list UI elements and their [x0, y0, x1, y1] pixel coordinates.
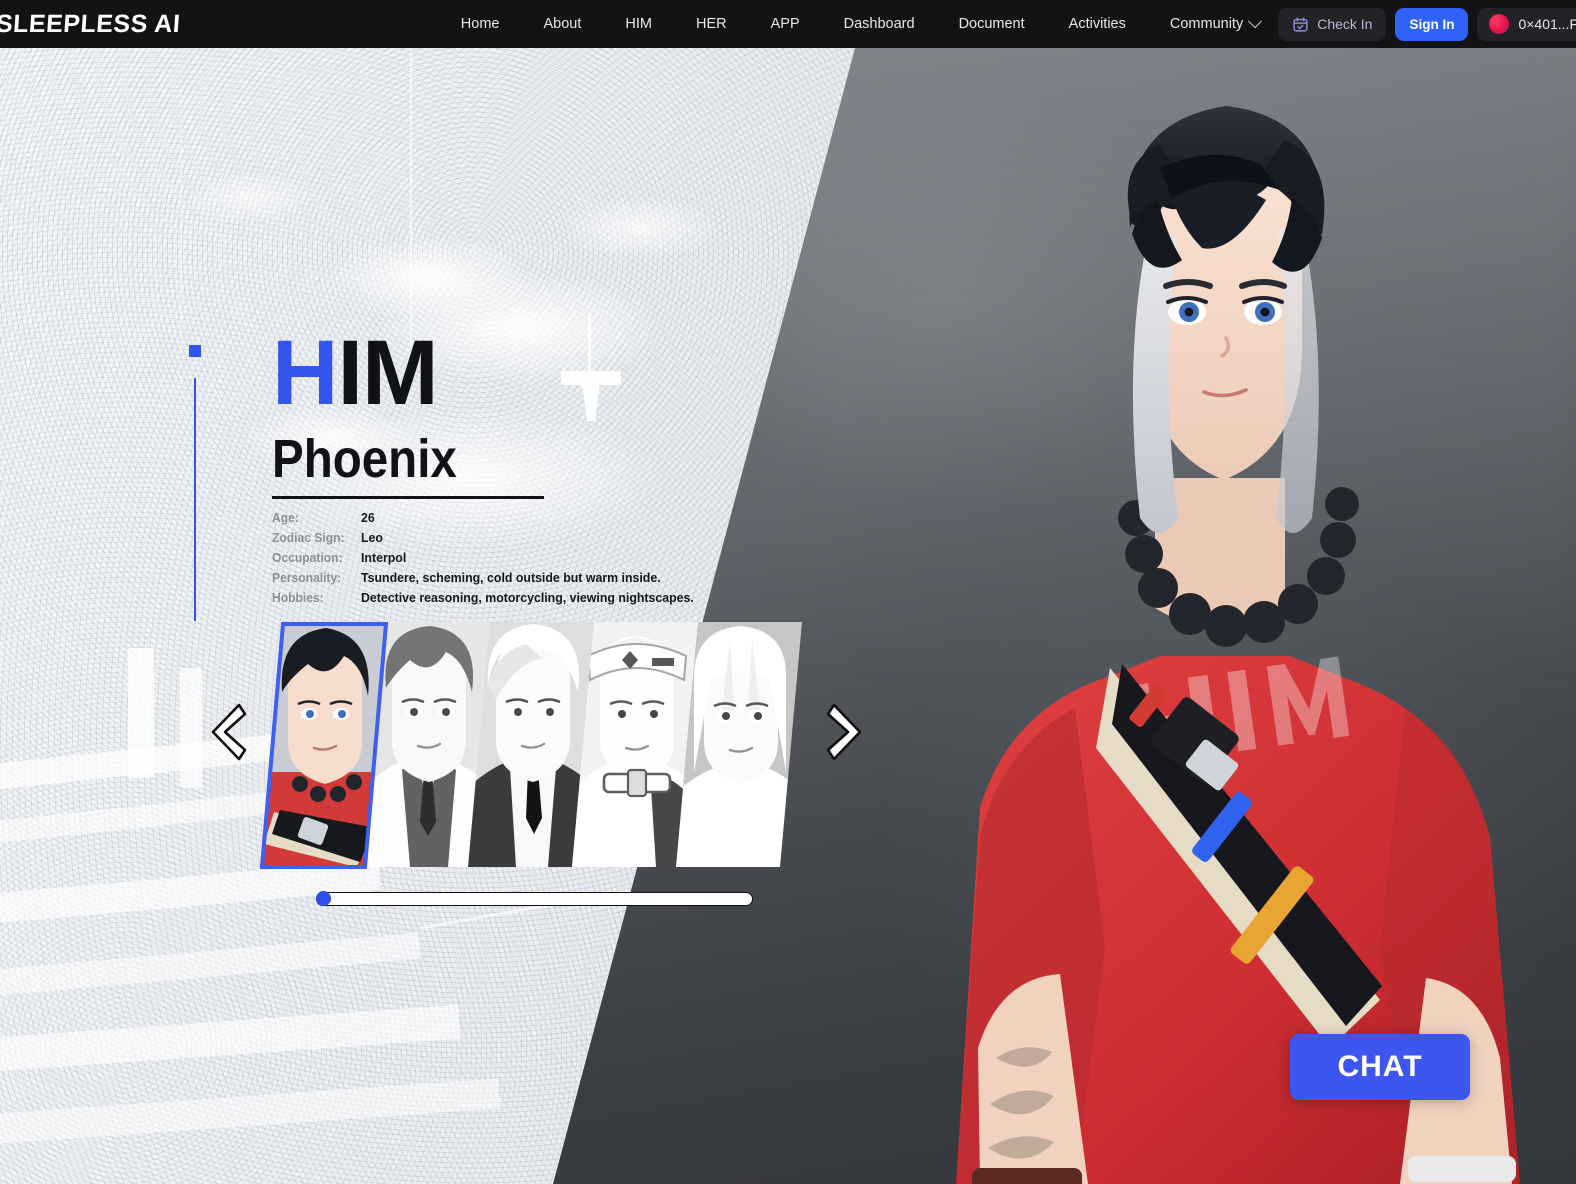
character-illustration-phoenix [860, 48, 1576, 1184]
nav-community-label: Community [1169, 16, 1244, 32]
attribute-label: Age: [272, 510, 299, 525]
nav-item-him[interactable]: HIM [603, 0, 674, 48]
accent-square [189, 345, 201, 357]
nav-item-dashboard[interactable]: Dashboard [822, 0, 937, 48]
page-root: SLEEPLESS AI Home About HIM HER APP Dash… [0, 0, 1576, 1184]
page-title-rest: IM [337, 322, 438, 424]
attribute-value: Tsundere, scheming, cold outside but war… [361, 570, 661, 585]
site-logo[interactable]: SLEEPLESS AI [0, 10, 181, 39]
carousel-scrollbar-thumb[interactable] [316, 891, 331, 906]
streetlamp-silhouette [545, 313, 635, 423]
attribute-value: 26 [361, 510, 375, 525]
attribute-label: Personality: [272, 570, 342, 585]
attribute-row-age: Age: 26 [272, 510, 711, 530]
nav-item-about[interactable]: About [521, 0, 603, 48]
carousel-scrollbar-track[interactable] [316, 892, 753, 906]
page-title-first-letter: H [272, 322, 338, 424]
carousel-prev-button[interactable] [205, 700, 251, 764]
accent-vertical-line [194, 378, 196, 621]
attribute-label: Hobbies: [272, 590, 324, 605]
check-in-label: Check In [1317, 16, 1373, 32]
nav-item-app[interactable]: APP [749, 0, 822, 48]
attribute-value: Leo [361, 530, 383, 545]
character-attributes: Age: 26 Zodiac Sign: Leo Occupation: Int… [272, 510, 711, 610]
character-portrait-2 [364, 622, 490, 867]
character-portrait-3 [468, 622, 594, 867]
nav-item-document[interactable]: Document [937, 0, 1047, 48]
top-navigation-bar: SLEEPLESS AI Home About HIM HER APP Dash… [0, 0, 1576, 48]
nav-item-community[interactable]: Community [1148, 14, 1278, 32]
page-title: HIM [272, 327, 439, 419]
carousel-thumb-1[interactable] [260, 622, 386, 867]
character-carousel [260, 622, 808, 869]
character-portrait-4 [572, 622, 698, 867]
chat-button[interactable]: CHAT [1290, 1034, 1470, 1100]
carousel-next-button[interactable] [822, 700, 868, 764]
sign-in-button[interactable]: Sign In [1395, 7, 1469, 41]
attribute-label: Zodiac Sign: [272, 530, 345, 545]
avatar [1489, 14, 1510, 34]
wallet-address-label: 0×401...F [1518, 16, 1576, 32]
attribute-value: Interpol [361, 550, 407, 565]
chevron-left-icon [211, 703, 247, 761]
character-name: Phoenix [272, 429, 457, 489]
nav-item-activities[interactable]: Activities [1047, 0, 1148, 48]
attribute-label: Occupation: [272, 550, 343, 565]
nav-actions: Check In Sign In 0×401...F [1278, 7, 1576, 41]
wallet-address-chip[interactable]: 0×401...F [1477, 7, 1576, 41]
character-name-underline [272, 496, 544, 499]
chevron-down-icon [1248, 14, 1263, 29]
nav-links: Home About HIM HER APP Dashboard Documen… [439, 0, 1576, 48]
character-portrait-1 [260, 622, 386, 867]
carousel-thumb-3[interactable] [468, 622, 594, 867]
nav-item-home[interactable]: Home [439, 0, 522, 48]
calendar-check-icon [1293, 17, 1308, 32]
attribute-row-occupation: Occupation: Interpol [272, 550, 711, 570]
attribute-row-zodiac-sign: Zodiac Sign: Leo [272, 530, 711, 550]
character-portrait-5 [676, 622, 802, 867]
nav-item-her[interactable]: HER [674, 0, 749, 48]
hero-stage [0, 48, 1576, 1184]
carousel-thumb-5[interactable] [676, 622, 802, 867]
carousel-thumb-2[interactable] [364, 622, 490, 867]
chevron-right-icon [826, 703, 862, 761]
check-in-button[interactable]: Check In [1278, 7, 1387, 41]
attribute-row-personality: Personality: Tsundere, scheming, cold ou… [272, 570, 711, 590]
attribute-row-hobbies: Hobbies: Detective reasoning, motorcycli… [272, 590, 711, 610]
carousel-thumb-4[interactable] [572, 622, 698, 867]
carousel-scrollbar[interactable] [316, 891, 753, 906]
attribute-value: Detective reasoning, motorcycling, viewi… [361, 590, 694, 605]
